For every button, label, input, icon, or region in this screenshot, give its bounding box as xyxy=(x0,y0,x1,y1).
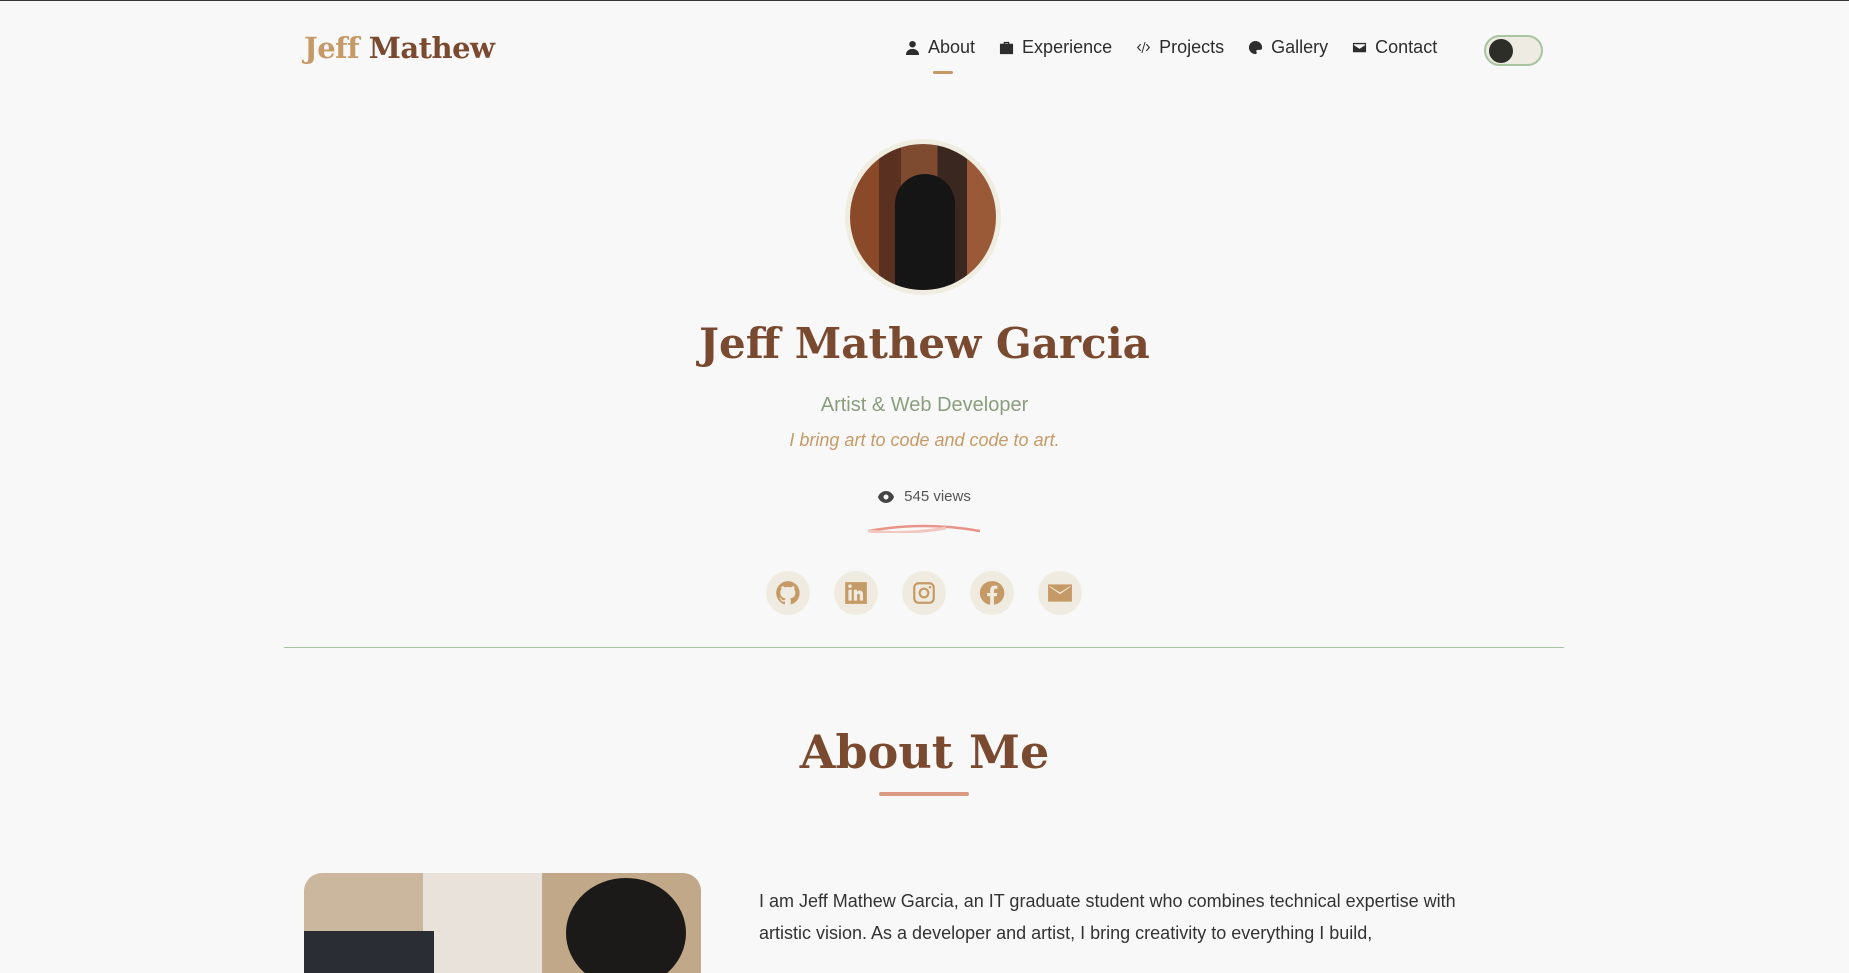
linkedin-link[interactable] xyxy=(834,571,878,615)
palette-icon xyxy=(1249,40,1263,55)
nav-contact[interactable]: Contact xyxy=(1352,37,1437,58)
facebook-link[interactable] xyxy=(970,571,1014,615)
code-icon xyxy=(1137,41,1151,54)
main-nav: About Experience Projects Gallery Contac… xyxy=(905,37,1437,74)
about-heading: About Me xyxy=(799,725,1050,779)
envelope-icon xyxy=(1048,584,1072,602)
social-links xyxy=(766,571,1082,615)
nav-gallery[interactable]: Gallery xyxy=(1248,37,1328,58)
github-icon xyxy=(776,581,800,605)
nav-experience[interactable]: Experience xyxy=(999,37,1112,58)
briefcase-icon xyxy=(999,41,1014,55)
email-link[interactable] xyxy=(1038,571,1082,615)
eye-icon xyxy=(878,490,895,503)
instagram-link[interactable] xyxy=(902,571,946,615)
section-divider xyxy=(284,647,1564,648)
view-counter: 545 views xyxy=(0,488,1849,505)
profile-avatar xyxy=(845,139,1001,295)
linkedin-icon xyxy=(845,582,867,604)
facebook-icon xyxy=(979,581,1005,605)
hero-tagline: I bring art to code and code to art. xyxy=(789,430,1060,450)
hero-name: Jeff Mathew Garcia xyxy=(699,319,1150,368)
about-paragraph: I am Jeff Mathew Garcia, an IT graduate … xyxy=(759,891,1456,943)
nav-about[interactable]: About xyxy=(905,37,975,74)
decorative-wave xyxy=(867,524,981,533)
user-icon xyxy=(905,40,920,55)
about-photo xyxy=(304,873,701,973)
heading-underline xyxy=(879,792,969,796)
logo[interactable]: Jeff Mathew xyxy=(304,31,495,65)
nav-projects[interactable]: Projects xyxy=(1136,37,1224,58)
instagram-icon xyxy=(913,582,935,604)
hero-role: Artist & Web Developer xyxy=(820,394,1029,416)
github-link[interactable] xyxy=(766,571,810,615)
envelope-icon xyxy=(1353,42,1367,53)
dark-mode-toggle[interactable] xyxy=(1484,35,1543,66)
toggle-knob xyxy=(1489,39,1513,63)
